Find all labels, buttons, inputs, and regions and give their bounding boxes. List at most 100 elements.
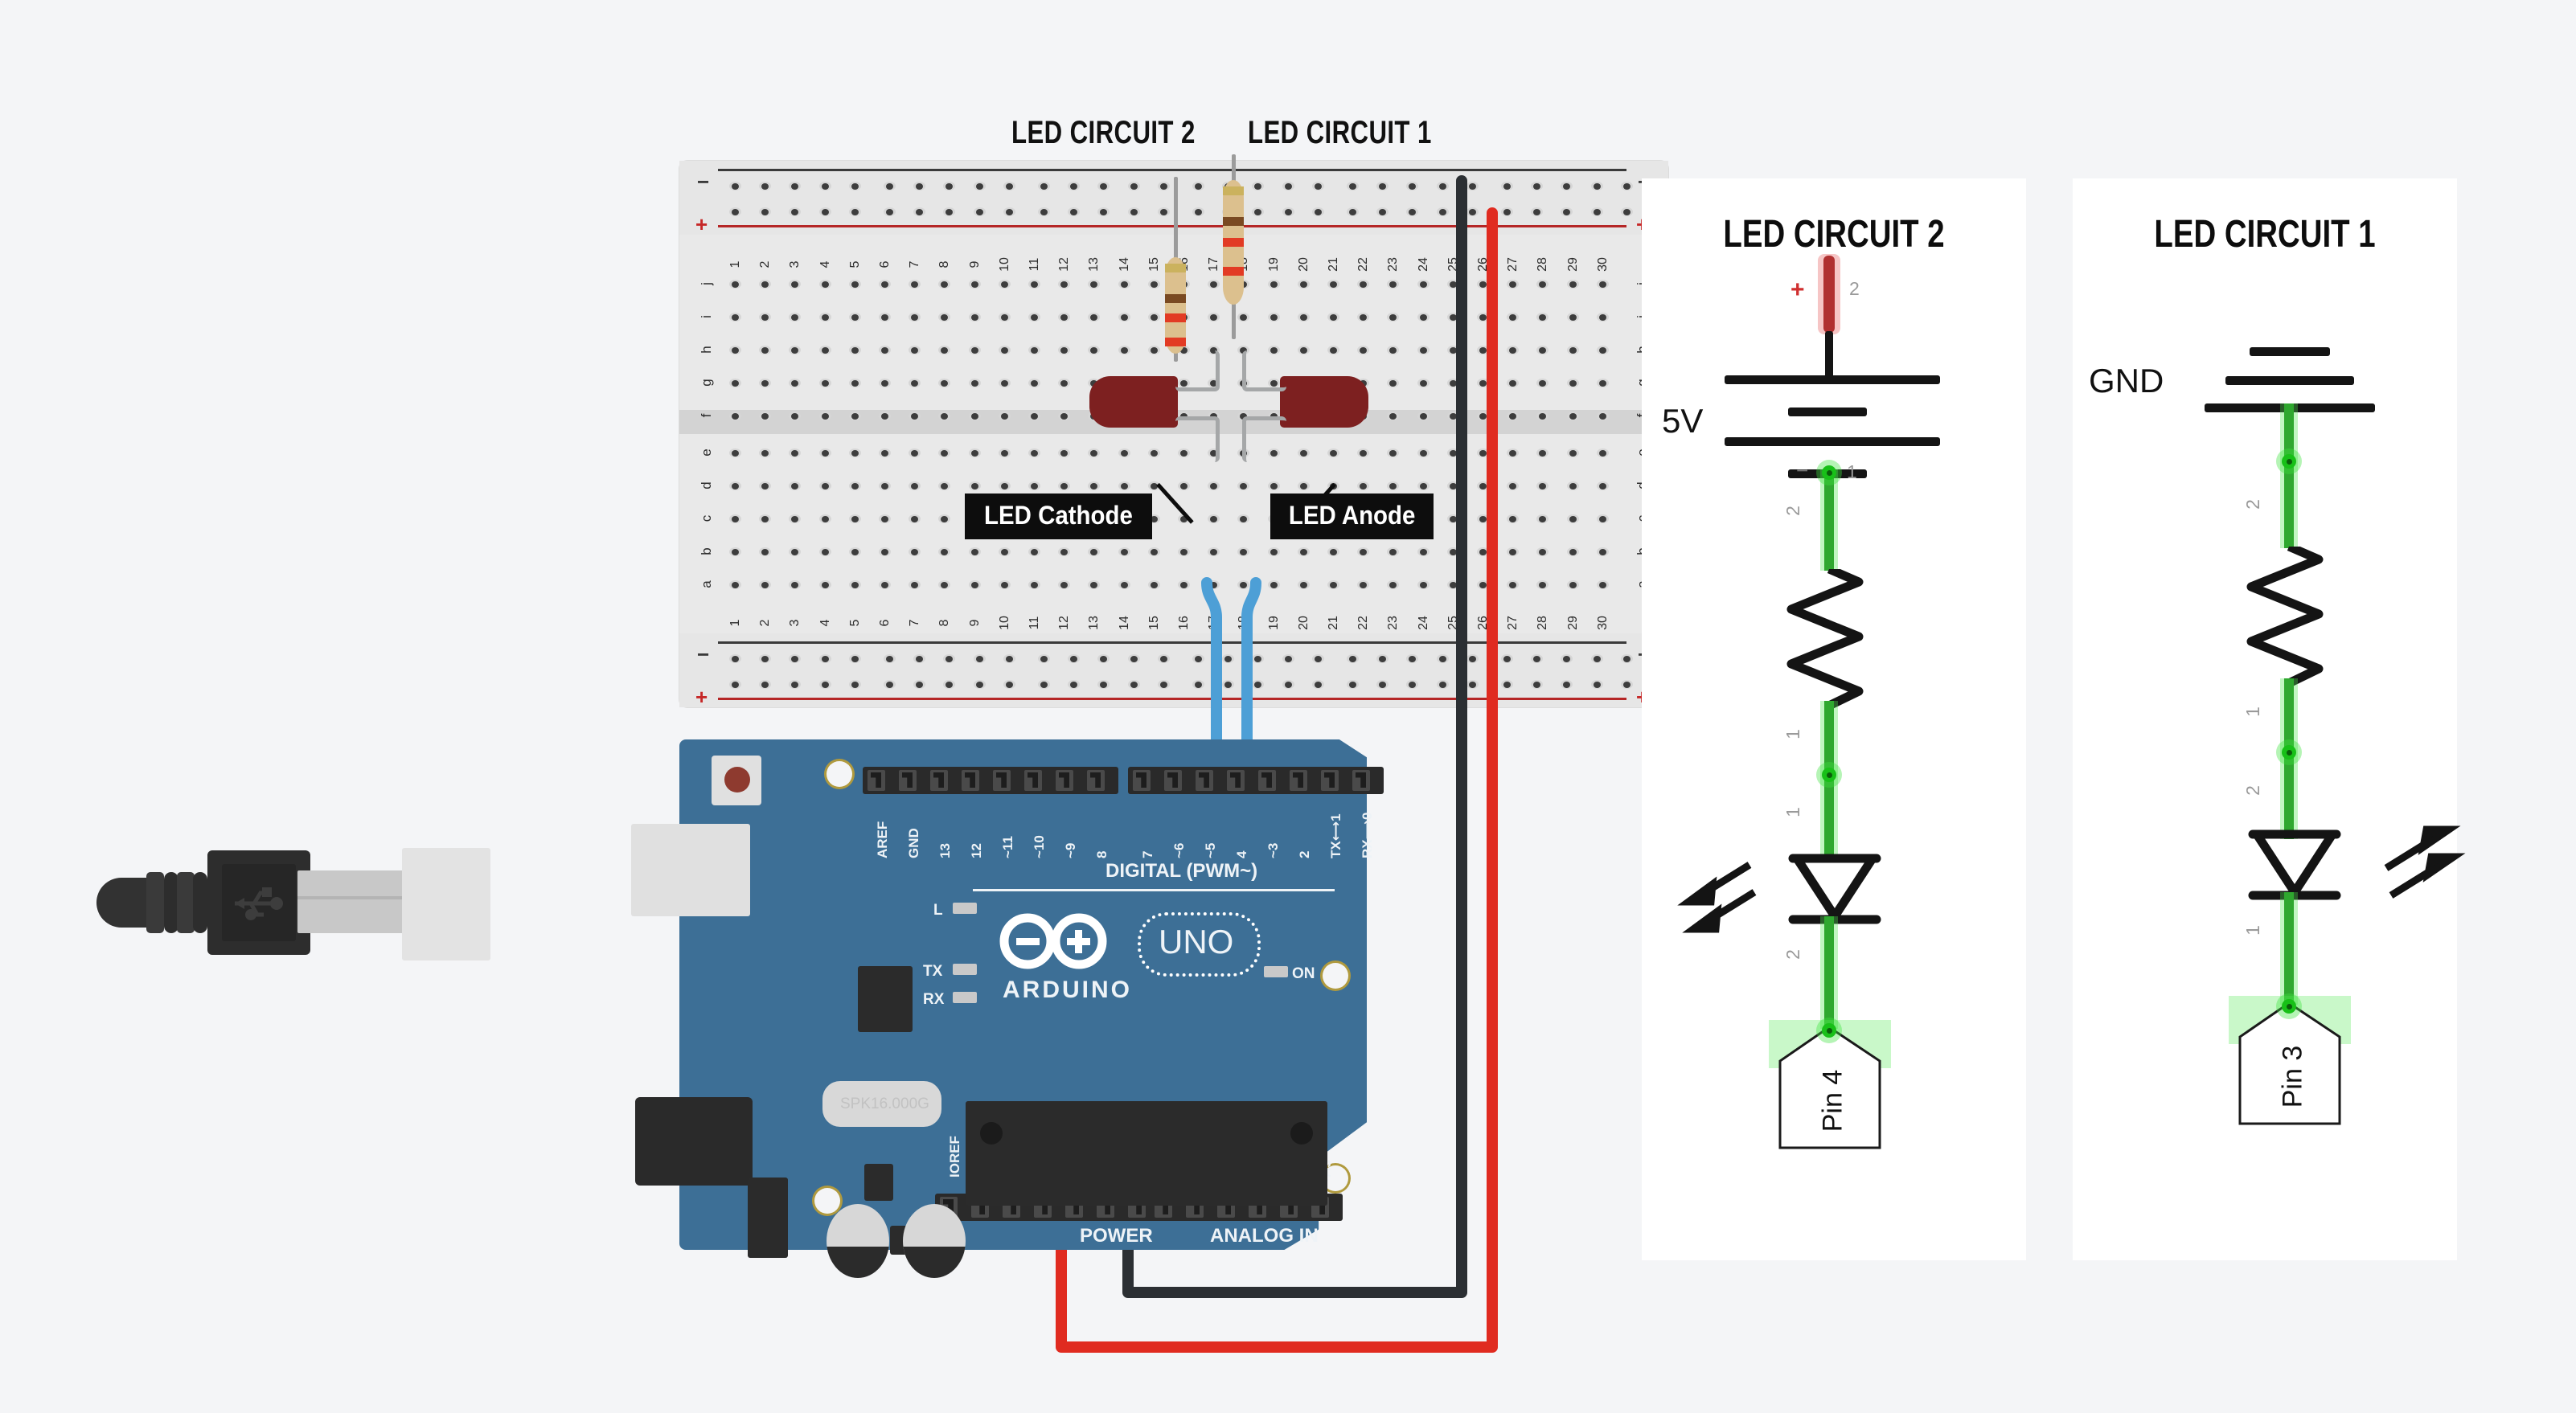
- header-slot[interactable]: [899, 770, 917, 791]
- header-slot[interactable]: [1290, 770, 1307, 791]
- status-led-l: [953, 903, 977, 914]
- panel-2-led-pin-2: 2: [1782, 949, 1803, 960]
- panel-1-title: LED CIRCUIT 1: [2154, 213, 2376, 256]
- arduino-uno-board: AREF GND 13 12 ~11 ~10 ~9 8 7 ~6 ~5 4 ~3 2 TX⟷1 RX⟶0 I…: [631, 739, 1384, 1278]
- panel-1-resistor-symbol: [2246, 547, 2324, 687]
- header-slot[interactable]: [1087, 770, 1105, 791]
- pin-label-5: ~5: [1203, 842, 1218, 858]
- power-led: [1264, 966, 1288, 977]
- header-slot[interactable]: [1227, 770, 1245, 791]
- mounting-hole-4: [814, 1188, 840, 1214]
- pin-label-10: ~10: [1032, 835, 1047, 858]
- pin-label-GND: GND: [906, 828, 921, 858]
- electrolytic-cap-2: [903, 1204, 966, 1278]
- header-slot[interactable]: [1133, 770, 1151, 791]
- panel-2-battery-long-plate-2: [1725, 437, 1940, 446]
- panel-1-wire-ground-to-resistor: [2284, 403, 2294, 548]
- pin-label-12: 12: [969, 843, 984, 858]
- uno-label: UNO: [1159, 923, 1234, 960]
- panel-2-node-mid: [1822, 768, 1836, 782]
- pin-label-RX0: RX⟶0: [1360, 812, 1375, 858]
- panel-2-node-battery-minus: [1822, 465, 1836, 480]
- pin-label-9: ~9: [1063, 842, 1078, 858]
- header-slot[interactable]: [1164, 770, 1182, 791]
- pin-label-7: 7: [1140, 850, 1155, 858]
- header-slot[interactable]: [993, 770, 1011, 791]
- atmega-mcu: [966, 1101, 1327, 1206]
- header-slot[interactable]: [1321, 770, 1339, 791]
- panel-2-wire-led-to-pin: [1824, 916, 1834, 1029]
- pin-label-2: 2: [1297, 850, 1312, 858]
- status-led-label-l: L: [933, 902, 943, 919]
- pin-label-3: ~3: [1265, 842, 1281, 858]
- electrolytic-cap-1: [827, 1204, 889, 1278]
- analog-header-label: ANALOG IN: [1210, 1225, 1319, 1247]
- panel-led-circuit-2: LED CIRCUIT 2 + 2 5V − 1 2 1 1 2 Pin 4: [1642, 178, 2026, 1260]
- panel-2-title: LED CIRCUIT 2: [1723, 213, 1945, 256]
- mounting-hole-1: [827, 761, 852, 787]
- panel-2-battery-pin-2: 2: [1849, 278, 1860, 299]
- panel-1-pin-tag-label: Pin 3: [2277, 1045, 2308, 1108]
- header-slot[interactable]: [868, 770, 885, 791]
- status-led-tx: [953, 964, 977, 975]
- header-slot[interactable]: [1056, 770, 1073, 791]
- digital-header-label: DIGITAL (PWM~): [1105, 860, 1258, 882]
- usb-jack: [631, 824, 750, 916]
- header-slot[interactable]: [1196, 770, 1213, 791]
- pin-label-13: 13: [937, 843, 953, 858]
- panel-2-node-pin: [1822, 1023, 1836, 1038]
- panel-2-battery-pin-1: 1: [1847, 461, 1857, 482]
- panel-1-ground-bar-top: [2250, 347, 2330, 356]
- panel-2-battery-positive-lead: [1823, 256, 1835, 333]
- arduino-infinity-logo: [999, 913, 1107, 969]
- panel-1-ground-bar-mid: [2225, 376, 2354, 385]
- panel-1-node-mid: [2282, 745, 2296, 760]
- panel-1-led-pin-2: 2: [2242, 785, 2263, 796]
- header-slot[interactable]: [1024, 770, 1042, 791]
- power-pin-label-IOREF: IOREF: [947, 1136, 962, 1178]
- header-slot[interactable]: [930, 770, 948, 791]
- usb-serial-chip: [858, 966, 913, 1032]
- panel-1-node-ground: [2282, 454, 2296, 469]
- voltage-regulator: [748, 1178, 788, 1258]
- status-led-rx: [953, 992, 977, 1003]
- mounting-hole-2: [1323, 963, 1348, 989]
- digital-header-left[interactable]: [863, 767, 1118, 794]
- pin-label-AREF: AREF: [875, 821, 890, 858]
- panel-2-source-label: 5V: [1662, 402, 1704, 440]
- status-led-label-tx: TX: [923, 963, 943, 980]
- power-header-label: POWER: [1080, 1225, 1153, 1247]
- pin-label-4: 4: [1234, 850, 1249, 858]
- panel-2-minus-sign: −: [1796, 458, 1809, 482]
- panel-2-resistor-symbol: [1786, 569, 1864, 710]
- header-slot[interactable]: [1352, 770, 1370, 791]
- power-jack: [635, 1097, 753, 1186]
- panel-2-resistor-pin-2: 2: [1782, 506, 1803, 516]
- panel-1-resistor-pin-2: 2: [2242, 499, 2263, 510]
- digital-header-right[interactable]: [1128, 767, 1384, 794]
- panel-1-wire-led-to-pin: [2284, 892, 2294, 1005]
- panel-1-source-label: GND: [2089, 362, 2164, 399]
- panel-1-resistor-pin-1: 1: [2242, 706, 2263, 717]
- panel-2-battery-short-plate-1: [1788, 408, 1867, 416]
- pin-label-8: 8: [1094, 850, 1110, 858]
- pin-label-TX1: TX⟷1: [1328, 813, 1343, 858]
- panel-1-node-pin: [2282, 999, 2296, 1014]
- header-slot[interactable]: [1258, 770, 1276, 791]
- panel-2-led-pin-1: 1: [1782, 807, 1803, 817]
- pin-label-6: ~6: [1171, 842, 1187, 858]
- usb-icon: [235, 887, 283, 920]
- panel-2-plus-sign: +: [1790, 276, 1805, 303]
- reset-button-cap[interactable]: [724, 767, 750, 793]
- header-slot[interactable]: [962, 770, 979, 791]
- panel-2-pin-tag-label: Pin 4: [1817, 1069, 1848, 1132]
- arduino-brand: ARDUINO: [1003, 977, 1132, 1003]
- panel-led-circuit-1: LED CIRCUIT 1 GND 2 1 2 1 Pin 3: [2073, 178, 2466, 1260]
- panel-2-resistor-pin-1: 1: [1782, 729, 1803, 739]
- status-led-label-rx: RX: [923, 991, 945, 1008]
- power-led-label: ON: [1292, 965, 1315, 982]
- panel-2-battery-long-plate-1: [1725, 375, 1940, 384]
- pin-label-11: ~11: [1000, 836, 1015, 858]
- panel-1-led-pin-1: 1: [2242, 925, 2263, 936]
- smd-chip-a: [864, 1164, 893, 1201]
